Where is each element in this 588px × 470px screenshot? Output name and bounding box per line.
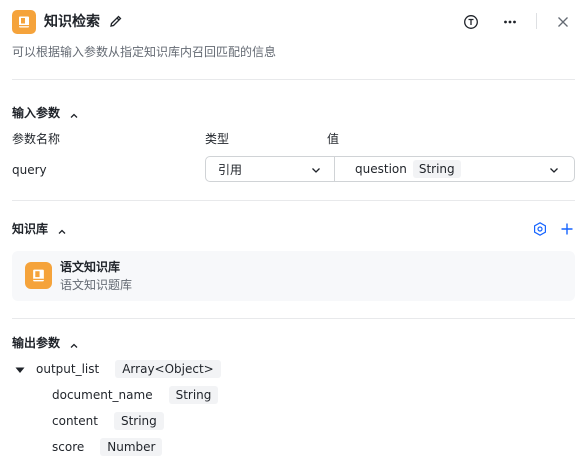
more-icon[interactable] <box>499 11 521 33</box>
output-section-title: 输出参数 <box>12 336 61 350</box>
output-field-name: output_list <box>36 362 100 376</box>
chevron-down-icon <box>548 164 560 179</box>
gear-icon[interactable] <box>532 221 548 237</box>
output-field-name: content <box>52 414 98 428</box>
collapse-knowledge-chevron-up-icon[interactable] <box>56 223 68 235</box>
add-icon[interactable] <box>559 221 575 237</box>
page-title: 知识检索 <box>44 14 100 30</box>
chevron-down-icon <box>310 164 322 179</box>
output-tree-child: score Number <box>52 438 163 456</box>
edit-icon[interactable] <box>108 13 124 29</box>
page-description: 可以根据输入参数从指定知识库内召回匹配的信息 <box>12 45 277 59</box>
divider <box>12 200 575 201</box>
param-value-select[interactable]: question String <box>334 156 575 182</box>
divider <box>12 79 575 80</box>
close-icon[interactable] <box>552 11 574 33</box>
collapse-output-chevron-up-icon[interactable] <box>68 337 80 349</box>
output-field-type-tag: String <box>113 412 164 430</box>
column-header-value: 值 <box>327 132 340 146</box>
output-field-type-tag: Number <box>100 438 163 456</box>
output-tree-child: document_name String <box>52 386 219 404</box>
caret-down-icon[interactable] <box>14 363 26 375</box>
output-tree-root: output_list Array<Object> <box>14 360 221 378</box>
book-icon <box>25 262 52 289</box>
param-value-type-tag: String <box>412 160 461 178</box>
output-field-type-tag: Array<Object> <box>115 360 221 378</box>
knowledge-base-description: 语文知识题库 <box>60 278 133 292</box>
output-tree-child: content String <box>52 412 164 430</box>
param-value-text: question <box>355 162 407 176</box>
output-field-name: document_name <box>52 388 153 402</box>
output-field-type-tag: String <box>168 386 219 404</box>
divider <box>12 318 575 319</box>
param-type-select[interactable]: 引用 <box>205 156 335 182</box>
type-t-icon[interactable] <box>460 11 482 33</box>
column-header-type: 类型 <box>205 132 230 146</box>
param-name: query <box>12 163 47 177</box>
column-header-name: 参数名称 <box>12 132 61 146</box>
knowledge-base-name: 语文知识库 <box>60 260 121 274</box>
output-field-name: score <box>52 440 85 454</box>
param-type-value: 引用 <box>218 162 243 177</box>
header-divider <box>536 13 537 29</box>
input-section-title: 输入参数 <box>12 106 61 120</box>
knowledge-base-card[interactable]: 语文知识库 语文知识题库 <box>12 251 575 301</box>
book-icon <box>12 10 36 34</box>
collapse-input-chevron-up-icon[interactable] <box>68 107 80 119</box>
knowledge-section-title: 知识库 <box>12 222 49 236</box>
